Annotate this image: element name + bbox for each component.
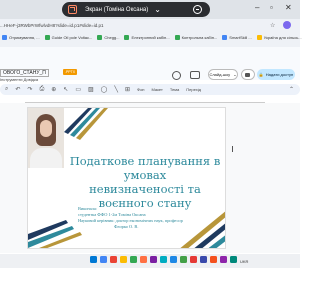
document-title[interactable]: ОВОГО_СТАНУ_П xyxy=(0,69,49,77)
taskbar-app-icon[interactable] xyxy=(100,256,107,263)
history-icon[interactable] xyxy=(172,71,181,80)
bookmark-favicon-icon xyxy=(97,34,103,40)
zoom-icon[interactable]: ⊕ xyxy=(51,86,56,93)
slide[interactable]: Податкове планування в умовах невизначен… xyxy=(27,107,226,249)
taskbar-app-icon[interactable] xyxy=(230,256,237,263)
comment-add-icon[interactable]: ⊞ xyxy=(125,86,130,93)
bookmark-item[interactable]: Контрольна кабін... xyxy=(174,34,218,40)
bookmark-favicon-icon xyxy=(222,34,228,40)
info-line: Флорко О. В. xyxy=(114,224,139,229)
taskbar-app-icon[interactable] xyxy=(140,256,147,263)
search-icon[interactable]: ⌕ xyxy=(5,86,8,93)
taskbar-app-icon[interactable] xyxy=(130,256,137,263)
comment-icon[interactable] xyxy=(190,71,200,79)
slides-toolbar: ⌕ ↶ ↷ ⎙ ⊕ ↖ ▭ ▨ ◯ ╲ ⊞ Фон Макет Тема Пер… xyxy=(0,84,300,95)
chevron-down-icon[interactable]: ⌄ xyxy=(154,5,161,14)
bookmark-item[interactable]: SmartSkill ... xyxy=(222,34,252,40)
bookmark-favicon-icon xyxy=(256,34,262,40)
cursor-icon[interactable]: ↖ xyxy=(63,86,68,93)
slideshow-button[interactable]: Слайд-шоу ⌄ xyxy=(208,69,238,80)
line-icon[interactable]: ╲ xyxy=(114,86,118,93)
slides-app-header: ОВОГО_СТАНУ_П .PPTX Інструменти Довідка … xyxy=(0,47,300,82)
bookmark-item[interactable]: Chegg... xyxy=(97,34,120,40)
textbox-icon[interactable]: ▭ xyxy=(75,86,81,93)
minimize-icon[interactable]: – xyxy=(255,3,259,12)
presenter-face xyxy=(40,120,52,137)
image-icon[interactable]: ▨ xyxy=(88,86,94,93)
undo-icon[interactable]: ↶ xyxy=(15,86,20,93)
screen-share-bar: Экран (Томіна Оксана) ⌄ – ▫ ✕ xyxy=(0,0,300,19)
close-icon[interactable]: ✕ xyxy=(285,3,292,12)
taskbar-app-icon[interactable] xyxy=(110,256,117,263)
taskbar-icons xyxy=(90,256,237,263)
share-label: Надати доступ xyxy=(265,72,294,77)
windows-taskbar: UKR xyxy=(0,254,300,268)
taskbar-app-icon[interactable] xyxy=(150,256,157,263)
taskbar-app-icon[interactable] xyxy=(170,256,177,263)
browser-address-bar: ...HHeF-j3RWbPrWfwlvdH8?slide=id.p1#slid… xyxy=(0,19,302,47)
taskbar-app-icon[interactable] xyxy=(220,256,227,263)
bookmark-favicon-icon xyxy=(44,34,50,40)
toolbar-layout[interactable]: Макет xyxy=(152,87,163,92)
slideshow-label: Слайд-шоу xyxy=(209,72,231,77)
presenter-video-thumbnail xyxy=(28,108,64,168)
taskbar-app-icon[interactable] xyxy=(180,256,187,263)
mouse-cursor xyxy=(232,146,233,152)
bookmarks-bar: Отримування, ... Guide Oil pole Voltac...… xyxy=(0,31,302,43)
taskbar-app-icon[interactable] xyxy=(90,256,97,263)
bookmark-label: Guide Oil pole Voltac... xyxy=(51,34,93,40)
bookmark-item[interactable]: Україна для сільсь... xyxy=(256,34,302,40)
bookmark-label: Chegg... xyxy=(104,34,120,40)
screen-share-indicator[interactable]: Экран (Томіна Оксана) ⌄ xyxy=(62,2,210,17)
bookmark-label: Україна для сільсь... xyxy=(263,34,302,40)
stop-share-icon[interactable] xyxy=(193,5,202,14)
bottom-margin xyxy=(0,268,300,300)
bookmark-favicon-icon xyxy=(174,34,180,40)
print-icon[interactable]: ⎙ xyxy=(39,86,44,93)
bookmark-label: Отримування, ... xyxy=(9,34,40,40)
chevron-down-icon: ⌄ xyxy=(233,72,237,77)
system-tray-language[interactable]: UKR xyxy=(240,259,248,264)
maximize-icon[interactable]: ▫ xyxy=(270,3,273,12)
taskbar-app-icon[interactable] xyxy=(160,256,167,263)
bookmark-item[interactable]: Guide Oil pole Voltac... xyxy=(44,34,93,40)
toolbar-background[interactable]: Фон xyxy=(137,87,144,92)
menu-bar[interactable]: Інструменти Довідка xyxy=(0,77,38,82)
bookmark-favicon-icon xyxy=(124,34,130,40)
bookmark-label: Контрольна кабін... xyxy=(181,34,218,40)
screen-share-icon xyxy=(68,5,77,14)
chevron-up-icon[interactable]: ⌃ xyxy=(289,86,294,93)
bookmark-item[interactable]: Отримування, ... xyxy=(2,34,40,40)
toolbar-theme[interactable]: Тема xyxy=(170,87,179,92)
lock-icon: 🔒 xyxy=(258,72,264,77)
file-type-badge: .PPTX xyxy=(63,69,78,75)
bookmark-item[interactable]: Електронний кабін... xyxy=(124,34,170,40)
taskbar-app-icon[interactable] xyxy=(210,256,217,263)
bookmark-label: SmartSkill ... xyxy=(229,34,252,40)
slide-title: Податкове планування в умовах невизначен… xyxy=(68,154,222,210)
redo-icon[interactable]: ↷ xyxy=(27,86,32,93)
presenter-shirt xyxy=(30,148,62,168)
share-button[interactable]: 🔒 Надати доступ xyxy=(257,69,295,80)
shape-icon[interactable]: ◯ xyxy=(101,86,108,93)
profile-avatar[interactable] xyxy=(283,21,291,29)
bookmark-star-icon[interactable]: ☆ xyxy=(270,22,275,29)
url-field[interactable]: ...HHeF-j3RWbPrWfwlvdH8?slide=id.p1#slid… xyxy=(0,23,103,28)
screen-share-title: Экран (Томіна Оксана) xyxy=(85,6,149,13)
toolbar-transition[interactable]: Перехід xyxy=(186,87,201,92)
bookmark-label: Електронний кабін... xyxy=(131,34,170,40)
slide-author-info: Виконала: студентка ФФО 1-2м Томіна Окса… xyxy=(78,206,208,230)
slide-title-line: Податкове планування в умовах xyxy=(69,154,221,182)
camera-icon[interactable] xyxy=(241,69,255,80)
taskbar-app-icon[interactable] xyxy=(190,256,197,263)
bookmark-favicon-icon xyxy=(2,34,7,40)
taskbar-app-icon[interactable] xyxy=(200,256,207,263)
taskbar-app-icon[interactable] xyxy=(120,256,127,263)
